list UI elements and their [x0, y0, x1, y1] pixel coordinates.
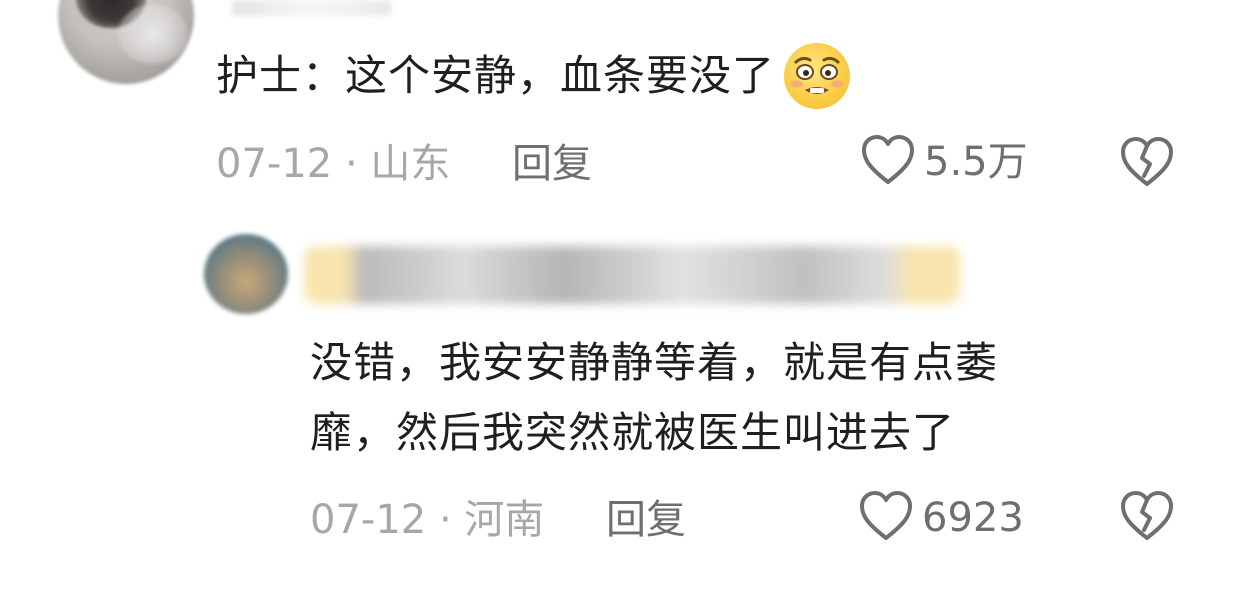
- reply-text-line-1: 没错，我安安静静等着，就是有点萎: [310, 338, 999, 387]
- avatar[interactable]: [58, 0, 194, 84]
- reply-username-blurred[interactable]: [304, 246, 960, 304]
- comment-text: 护士：这个安静，血条要没了: [216, 40, 853, 112]
- like-count: 5.5万: [924, 139, 1028, 185]
- reply-avatar[interactable]: [204, 234, 288, 314]
- reply-reply-button[interactable]: 回复: [606, 492, 686, 548]
- reply-like-button[interactable]: 6923: [858, 490, 1024, 546]
- reply-meta: 07-12 · 河南: [310, 492, 544, 548]
- worried-face-emoji-icon: [781, 40, 853, 112]
- comment-meta: 07-12 · 山东: [216, 136, 450, 192]
- dislike-button[interactable]: [1118, 136, 1176, 192]
- reply-date-location: 07-12 · 河南: [310, 497, 545, 543]
- username-blurred[interactable]: [232, 0, 392, 16]
- broken-heart-icon: [1118, 491, 1176, 548]
- reply-text-line-2: 靡，然后我突然就被医生叫进去了: [310, 408, 956, 457]
- heart-outline-icon: [860, 134, 916, 190]
- date-location: 07-12 · 山东: [216, 141, 451, 187]
- reply-dislike-button[interactable]: [1118, 490, 1176, 546]
- reply-like-count: 6923: [922, 495, 1024, 541]
- comment-body: 护士：这个安静，血条要没了: [216, 51, 776, 100]
- broken-heart-icon: [1118, 137, 1176, 194]
- reply-text: 没错，我安安静静等着，就是有点萎 靡，然后我突然就被医生叫进去了: [310, 328, 1170, 468]
- heart-outline-icon: [858, 490, 914, 546]
- like-button[interactable]: 5.5万: [860, 134, 1028, 190]
- reply-button[interactable]: 回复: [512, 136, 592, 192]
